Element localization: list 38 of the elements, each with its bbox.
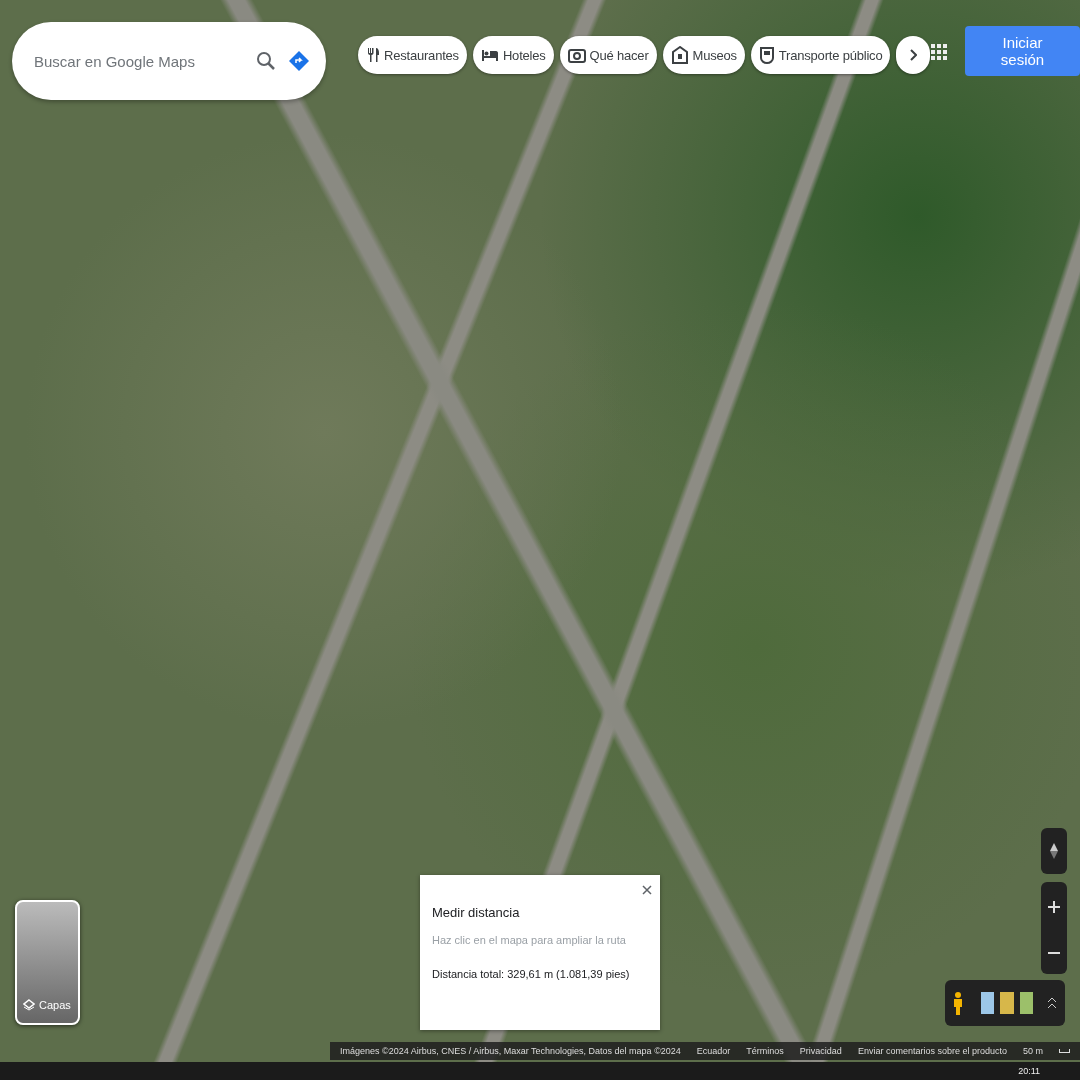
zoom-out-icon[interactable] [1048,951,1060,955]
card-title: Medir distancia [432,905,521,920]
search-icon [256,51,276,71]
bed-icon [480,48,499,62]
scale-bar [1058,1049,1070,1053]
directions-icon[interactable] [288,50,310,72]
footer-link[interactable]: Enviar comentarios sobre el producto [857,1046,1007,1056]
category-chip[interactable]: Qué hacer [559,36,657,74]
category-chip[interactable]: Restaurantes [358,36,467,74]
compass-icon [1048,842,1060,860]
clock-time: 20:11 [1018,1066,1040,1076]
fork-knife-icon [366,47,380,63]
camera-icon [567,47,586,63]
museum-icon [670,46,689,64]
category-chip[interactable]: Hoteles [472,36,554,74]
sign-in-button[interactable]: Iniciar sesión [965,26,1080,76]
total-distance: Distancia total: 329,61 m (1.081,39 pies) [432,968,631,980]
map-thumbnail[interactable] [981,992,995,1014]
category-chip[interactable]: Transporte público [750,36,891,74]
close-icon [642,885,652,895]
transit-icon [758,46,775,64]
footer-link[interactable]: Privacidad [799,1046,842,1056]
map-thumbnail[interactable] [1000,992,1014,1014]
map-attribution: Imágenes ©2024 Airbus, CNES / Airbus, Maxar Technologies, Datos del mapa ©2024 [340,1046,681,1056]
card-hint: Haz clic en el mapa para ampliar la ruta [432,934,627,946]
chevron-up-icon[interactable] [1047,996,1057,1010]
pegman-icon[interactable] [953,991,963,1015]
apps-grid-icon[interactable] [931,44,947,60]
chevron-right-icon [909,48,918,61]
map-thumbnail[interactable] [1019,992,1033,1014]
layers-icon [23,999,35,1011]
category-chip[interactable]: Museos [662,36,745,74]
scale-label: 50 m [1022,1046,1043,1056]
layers-button[interactable]: Capas [15,900,80,1025]
zoom-in-icon[interactable] [1048,901,1060,913]
compass-button[interactable] [1041,828,1067,874]
footer-link[interactable]: Ecuador [696,1046,731,1056]
footer-link[interactable]: Términos [746,1046,784,1056]
